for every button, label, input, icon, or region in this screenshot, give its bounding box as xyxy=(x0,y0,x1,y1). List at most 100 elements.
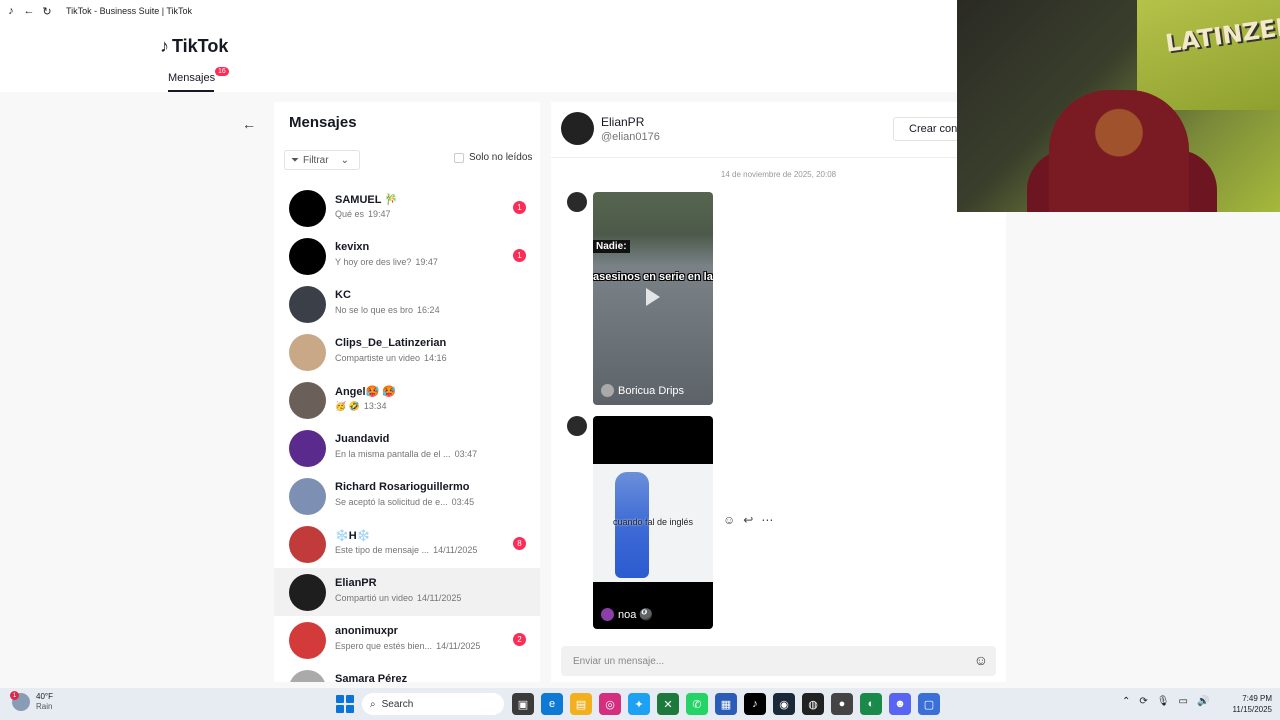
chat-header: ElianPR @elian0176 Crear con xyxy=(551,102,1006,158)
chrome-icon[interactable]: ◐ xyxy=(860,693,882,715)
instagram-icon[interactable]: ◎ xyxy=(599,693,621,715)
conversation-preview-text: Compartió un video xyxy=(335,593,414,603)
conversation-preview-text: Y hoy ore des live? xyxy=(335,257,412,267)
conversation-time: 03:45 xyxy=(451,497,475,507)
react-icon[interactable]: ☺ xyxy=(723,513,735,527)
twitter-icon[interactable]: ✦ xyxy=(628,693,650,715)
emoji-icon[interactable]: ☺ xyxy=(974,652,988,668)
sender-avatar[interactable] xyxy=(567,192,587,212)
obs-icon[interactable]: ◍ xyxy=(802,693,824,715)
video-owner-name: Boricua Drips xyxy=(618,384,685,397)
taskbar-apps: ▣ e ▤ ◎ ✦ ✕ ✆ ▦ ♪ ◉ ◍ ● ◐ ☻ ▢ xyxy=(512,693,940,715)
tab-messages-label: Mensajes xyxy=(168,72,216,84)
conversation-item[interactable]: ElianPR Compartió un video 14/11/2025 xyxy=(274,568,540,616)
chevron-up-icon[interactable]: ⌃ xyxy=(1122,696,1130,707)
conversation-item[interactable]: Juandavid En la misma pantalla de el ... 0… xyxy=(274,424,540,472)
edge-icon[interactable]: e xyxy=(541,693,563,715)
unread-label: Solo no leídos xyxy=(469,152,533,163)
conversation-time: 14/11/2025 xyxy=(436,641,481,651)
conversation-preview-text: Este tipo de mensaje ... xyxy=(335,545,430,555)
list-title: Mensajes xyxy=(289,114,357,131)
clock[interactable]: 7:49 PM 11/15/2025 xyxy=(1220,693,1272,715)
create-button[interactable]: Crear con xyxy=(893,117,963,141)
file-explorer-icon[interactable]: ▤ xyxy=(570,693,592,715)
conversation-name: ElianPR xyxy=(335,577,377,589)
mic-icon[interactable]: 🎙 xyxy=(1157,696,1170,707)
weather-badge: 1 xyxy=(10,691,19,700)
conversation-preview: Qué es 19:47 xyxy=(335,209,391,219)
conversation-name: SAMUEL 🎋 xyxy=(335,194,398,206)
conversation-item[interactable]: Clips_De_Latinzerian Compartiste un video… xyxy=(274,328,540,376)
composer-placeholder: Enviar un mensaje... xyxy=(573,655,665,667)
back-icon[interactable]: ← xyxy=(22,4,36,18)
unread-only-toggle[interactable]: Solo no leídos xyxy=(454,152,532,163)
message-timestamp: 14 de noviembre de 2025, 20:08 xyxy=(720,170,837,179)
conversation-item[interactable]: Samara Pérez xyxy=(274,664,540,682)
refresh-icon[interactable]: ↻ xyxy=(40,4,54,18)
webcam-overlay: LATINZER! xyxy=(957,0,1280,212)
tab-messages[interactable]: Mensajes 16 xyxy=(168,67,229,92)
tiktok-taskbar-icon[interactable]: ♪ xyxy=(744,693,766,715)
conversation-item[interactable]: anonimuxpr Espero que estés bien... 14/11/… xyxy=(274,616,540,664)
conversation-avatar xyxy=(289,430,326,467)
conversation-item[interactable]: Richard Rosarioguillermo Se aceptó la sol… xyxy=(274,472,540,520)
chat-name[interactable]: ElianPR xyxy=(601,115,644,129)
conversation-name: Samara Pérez xyxy=(335,673,408,682)
task-view-icon[interactable]: ▣ xyxy=(512,693,534,715)
store-icon[interactable]: ▦ xyxy=(715,693,737,715)
play-icon[interactable] xyxy=(646,288,660,306)
app-icon[interactable]: ● xyxy=(831,693,853,715)
more-icon[interactable]: ⋯ xyxy=(761,513,773,527)
conversation-item[interactable]: KC No se lo que es bro 16:24 xyxy=(274,280,540,328)
window-title: TikTok - Business Suite | TikTok xyxy=(66,6,193,16)
unread-badge: 8 xyxy=(513,537,526,550)
conversation-avatar xyxy=(289,622,326,659)
shared-video-2[interactable]: cuando fal de inglés noa 🎱 xyxy=(593,416,713,629)
steam-icon[interactable]: ◉ xyxy=(773,693,795,715)
taskbar-search[interactable]: ⌕ Search xyxy=(362,693,504,715)
display-icon[interactable]: ▭ xyxy=(1178,696,1187,707)
unread-badge: 1 xyxy=(513,249,526,262)
conversation-list-panel: Mensajes ⏷ Filtrar ⌄ Solo no leídos SAMU… xyxy=(274,102,540,682)
conversation-name: Richard Rosarioguillermo xyxy=(335,481,470,493)
sync-icon[interactable]: ⟳ xyxy=(1139,696,1147,707)
conversation-preview: Este tipo de mensaje ... 14/11/2025 xyxy=(335,545,477,555)
xbox-icon[interactable]: ✕ xyxy=(657,693,679,715)
conversation-item[interactable]: Angel🥵 🥵 🥳 🤣 13:34 xyxy=(274,376,540,424)
tiktok-logo[interactable]: ♪ TikTok xyxy=(160,36,228,57)
unread-badge: 1 xyxy=(513,201,526,214)
whatsapp-icon[interactable]: ✆ xyxy=(686,693,708,715)
conversation-item[interactable]: ❄️H❄️ Este tipo de mensaje ... 14/11/2025 8 xyxy=(274,520,540,568)
start-icon[interactable] xyxy=(336,695,354,713)
unread-checkbox[interactable] xyxy=(454,152,464,163)
conversation-preview: En la misma pantalla de el ... 03:47 xyxy=(335,449,477,459)
conversation-name: ❄️H❄️ xyxy=(335,530,371,542)
chat-panel: ElianPR @elian0176 Crear con 14 de novie… xyxy=(551,102,1006,682)
conversation-preview-text: 🥳 🤣 xyxy=(335,401,360,411)
conversation-name: Angel🥵 🥵 xyxy=(335,386,397,398)
conversation-time: 14:16 xyxy=(424,353,447,363)
message-input[interactable]: Enviar un mensaje... ☺ xyxy=(561,646,996,676)
filter-button[interactable]: ⏷ Filtrar ⌄ xyxy=(284,150,360,170)
discord-icon[interactable]: ☻ xyxy=(889,693,911,715)
weather-condition: Rain xyxy=(36,702,53,711)
clock-time: 7:49 PM xyxy=(1242,694,1272,703)
conversation-item[interactable]: SAMUEL 🎋 Qué es 19:47 1 xyxy=(274,184,540,232)
conversation-preview: Se aceptó la solicitud de e... 03:45 xyxy=(335,497,474,507)
tiktok-note-icon: ♪ xyxy=(160,36,169,56)
shared-video-1[interactable]: Nadie: asesinos en serie en las película… xyxy=(593,192,713,405)
volume-icon[interactable]: 🔊 xyxy=(1197,696,1209,707)
conversation-preview: Espero que estés bien... 14/11/2025 xyxy=(335,641,480,651)
chat-avatar[interactable] xyxy=(561,112,594,145)
conversation-preview-text: Qué es xyxy=(335,209,365,219)
weather-widget[interactable]: 1 40°F Rain xyxy=(10,691,53,712)
back-arrow-icon[interactable]: ← xyxy=(242,116,256,132)
sender-avatar[interactable] xyxy=(567,416,587,436)
conversation-preview: Compartió un video 14/11/2025 xyxy=(335,593,461,603)
conversation-name: KC xyxy=(335,289,351,301)
conversation-avatar xyxy=(289,286,326,323)
reply-icon[interactable]: ↩ xyxy=(743,513,753,527)
conversation-item[interactable]: kevixn Y hoy ore des live? 19:47 1 xyxy=(274,232,540,280)
app-icon[interactable]: ▢ xyxy=(918,693,940,715)
tiktok-icon: ♪ xyxy=(8,5,14,17)
